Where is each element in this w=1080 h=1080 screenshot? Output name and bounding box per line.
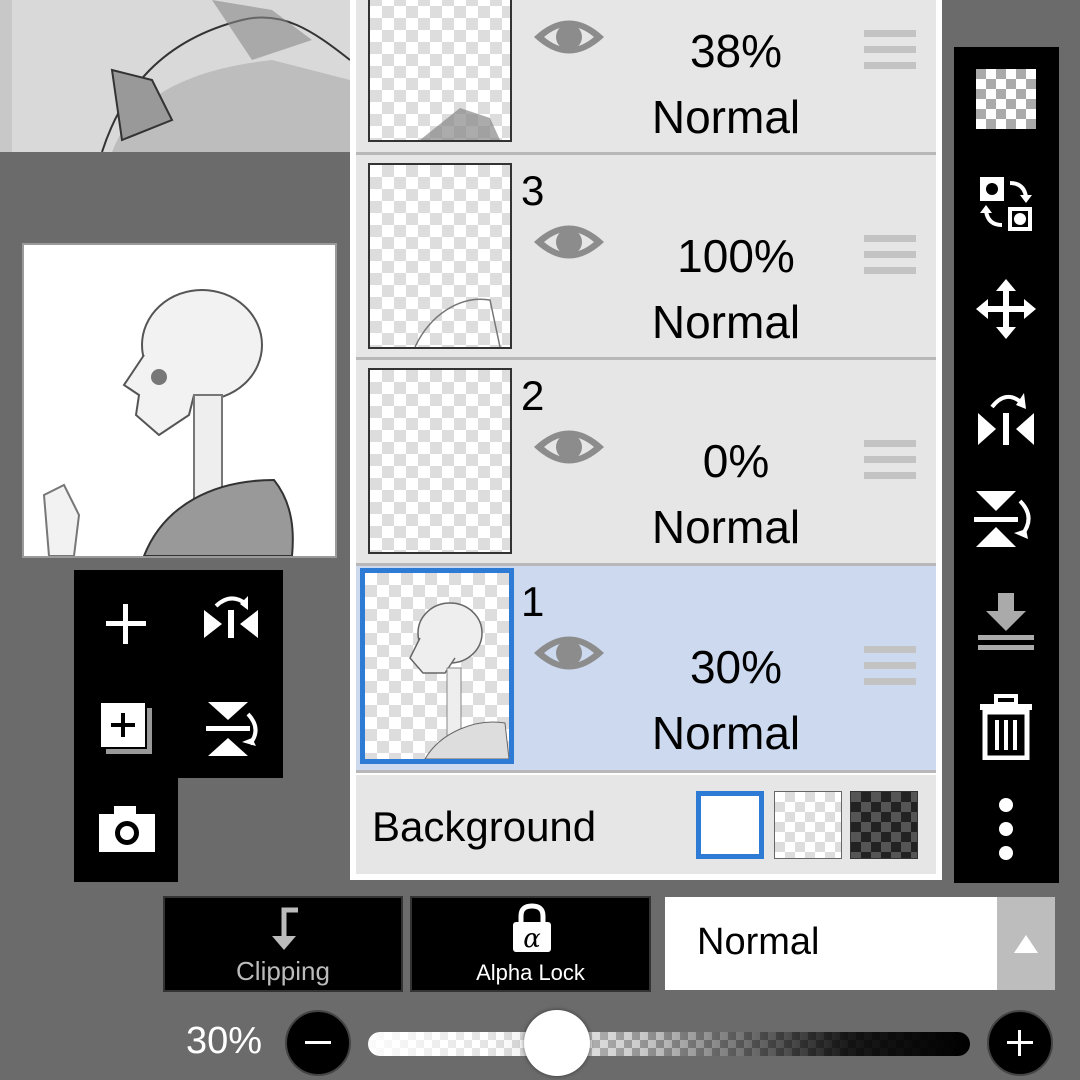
background-dark-swatch[interactable] xyxy=(850,791,918,859)
blend-mode-value: Normal xyxy=(697,921,820,963)
background-label: Background xyxy=(372,803,597,850)
drag-handle-icon[interactable] xyxy=(864,440,916,484)
flip-vertical-button[interactable] xyxy=(970,483,1042,555)
clipping-arrow-icon xyxy=(272,907,298,950)
flip-vertical-icon xyxy=(206,702,258,756)
layer-thumbnail xyxy=(368,163,512,349)
flip-vertical-icon xyxy=(974,491,1031,547)
layer-opacity: 38% xyxy=(689,25,783,77)
move-layer-button[interactable] xyxy=(970,273,1042,345)
layer-blend-mode: Normal xyxy=(651,296,801,348)
clipping-button[interactable]: Clipping xyxy=(163,896,403,992)
merge-down-button[interactable] xyxy=(970,587,1042,659)
layer-row[interactable]: 38% Normal xyxy=(356,0,936,154)
flip-layer-vertical-button[interactable] xyxy=(196,694,266,762)
plus-icon xyxy=(106,604,146,644)
flip-horizontal-button[interactable] xyxy=(970,381,1042,453)
opacity-decrease-button[interactable] xyxy=(285,1010,351,1076)
background-transparent-swatch[interactable] xyxy=(774,791,842,859)
camera-button[interactable] xyxy=(94,796,160,862)
blend-mode-select[interactable]: Normal xyxy=(665,897,1055,990)
opacity-slider-knob[interactable] xyxy=(524,1010,590,1076)
alpha-lock-label: Alpha Lock xyxy=(476,960,585,985)
flip-horizontal-icon xyxy=(204,596,258,638)
layer-opacity: 100% xyxy=(677,230,795,282)
duplicate-layer-button[interactable] xyxy=(92,694,160,762)
opacity-increase-button[interactable] xyxy=(987,1010,1053,1076)
add-layer-button[interactable] xyxy=(92,590,160,658)
canvas-paper xyxy=(12,0,350,152)
canvas-area[interactable] xyxy=(0,0,350,152)
eye-icon[interactable] xyxy=(532,422,606,472)
drag-handle-icon[interactable] xyxy=(864,235,916,279)
minus-icon xyxy=(305,1041,331,1044)
layer-blend-mode: Normal xyxy=(651,707,801,759)
flip-layer-horizontal-button[interactable] xyxy=(196,590,266,658)
dropdown-arrow-icon[interactable] xyxy=(997,897,1055,990)
eye-icon[interactable] xyxy=(532,628,606,678)
layer-row[interactable]: 2 0% Normal xyxy=(356,360,936,564)
more-vertical-icon xyxy=(999,798,1013,860)
opacity-slider-track[interactable] xyxy=(368,1032,970,1056)
layer-opacity: 30% xyxy=(689,641,783,693)
layer-blend-mode: Normal xyxy=(651,501,801,553)
plus-icon xyxy=(1007,1030,1033,1056)
layer-number: 2 xyxy=(521,372,545,419)
merge-down-icon xyxy=(978,593,1034,650)
layer-thumbnail xyxy=(368,368,512,554)
canvas-preview[interactable] xyxy=(22,243,337,558)
eye-icon[interactable] xyxy=(532,12,606,62)
opacity-value: 30% xyxy=(186,1020,263,1062)
layer-opacity: 0% xyxy=(702,435,770,487)
layer-row[interactable]: 3 100% Normal xyxy=(356,155,936,359)
add-copy-icon xyxy=(99,701,152,754)
layer-row-selected[interactable]: 1 30% Normal xyxy=(356,566,936,770)
drag-handle-icon[interactable] xyxy=(864,646,916,690)
row-divider xyxy=(356,770,936,773)
more-options-button[interactable] xyxy=(970,793,1042,865)
swap-icon xyxy=(980,177,1032,231)
transparent-fill-button[interactable] xyxy=(970,63,1042,135)
drag-handle-icon[interactable] xyxy=(864,30,916,74)
svg-text:α: α xyxy=(523,924,541,954)
checkerboard-icon xyxy=(976,69,1036,129)
layer-thumbnail xyxy=(368,0,512,142)
layer-blend-mode: Normal xyxy=(651,91,801,143)
layer-number: 1 xyxy=(521,578,545,625)
clipping-label: Clipping xyxy=(236,956,330,986)
right-toolbar xyxy=(954,47,1059,883)
trash-icon xyxy=(980,694,1032,760)
camera-icon xyxy=(99,806,155,852)
background-row: Background xyxy=(356,775,936,874)
move-icon xyxy=(976,279,1036,339)
flip-horizontal-icon xyxy=(978,393,1034,445)
layer-thumbnail xyxy=(360,568,514,764)
background-white-swatch[interactable] xyxy=(696,791,764,859)
layer-number: 3 xyxy=(521,167,545,214)
delete-layer-button[interactable] xyxy=(970,691,1042,763)
alpha-lock-icon: α xyxy=(513,903,551,954)
alpha-lock-button[interactable]: α Alpha Lock xyxy=(410,896,651,992)
skeleton-preview-image xyxy=(42,289,294,556)
eye-icon[interactable] xyxy=(532,217,606,267)
swap-layers-button[interactable] xyxy=(970,167,1042,239)
